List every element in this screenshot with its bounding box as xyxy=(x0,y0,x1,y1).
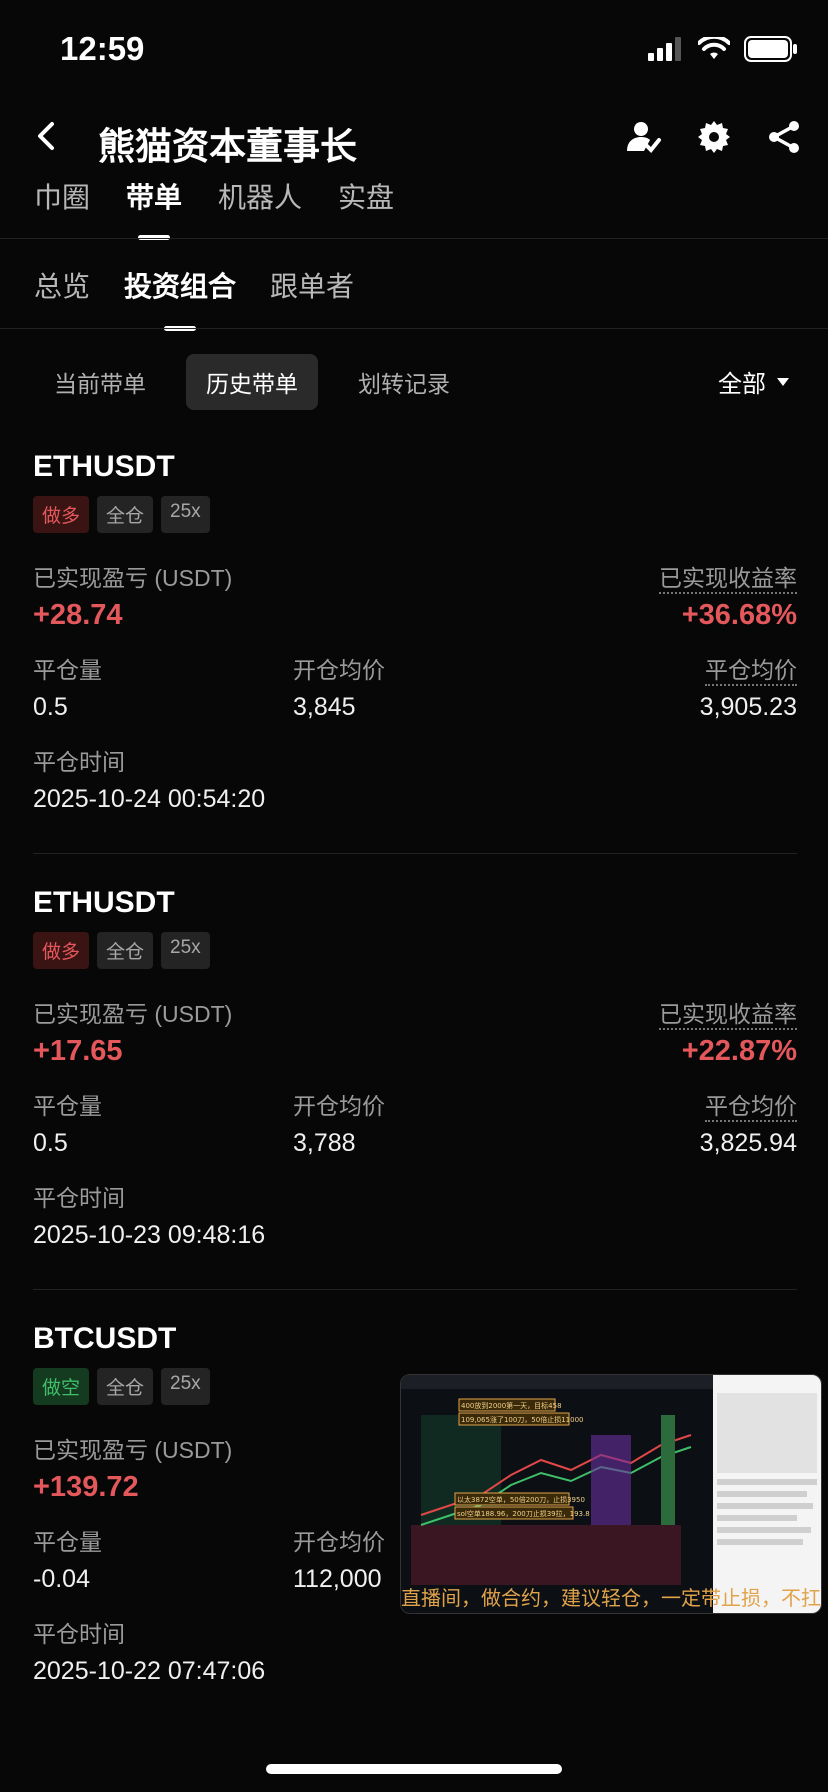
close-qty-label: 平仓量 xyxy=(33,657,102,683)
margin-badge: 全仓 xyxy=(97,932,154,969)
wifi-icon xyxy=(698,37,730,59)
close-time-label: 平仓时间 xyxy=(33,1621,125,1647)
pill-transfer-records[interactable]: 划转记录 xyxy=(338,354,470,410)
realized-rate-label[interactable]: 已实现收益率 xyxy=(659,565,797,594)
open-avg-label: 开仓均价 xyxy=(293,657,385,683)
tab-label: 总览 xyxy=(34,271,91,302)
realized-pnl-value: +17.65 xyxy=(33,1035,123,1067)
order-type-pills: 当前带单 历史带单 划转记录 xyxy=(34,354,470,410)
header-actions xyxy=(624,118,802,156)
cellular-signal-icon xyxy=(648,37,681,61)
divider xyxy=(0,238,828,239)
realized-rate-label[interactable]: 已实现收益率 xyxy=(659,1001,797,1030)
open-avg-value: 3,788 xyxy=(293,1129,356,1157)
trade-card[interactable]: ETHUSDT 做多 全仓 25x 已实现盈亏 (USDT) +28.74 已实现… xyxy=(33,450,797,854)
open-avg-label: 开仓均价 xyxy=(293,1093,385,1119)
close-time-value: 2025-10-24 00:54:20 xyxy=(33,785,266,813)
close-avg-label[interactable]: 平仓均价 xyxy=(705,657,797,686)
trade-symbol: BTCUSDT xyxy=(33,1322,177,1355)
realized-rate-value: +22.87% xyxy=(681,1035,797,1067)
back-arrow-icon[interactable] xyxy=(30,118,66,154)
close-qty-value: 0.5 xyxy=(33,1129,68,1157)
margin-badge: 全仓 xyxy=(97,496,154,533)
close-avg-value: 3,825.94 xyxy=(699,1129,797,1157)
trade-symbol: ETHUSDT xyxy=(33,886,175,919)
divider xyxy=(33,1289,797,1290)
open-avg-value: 112,000 xyxy=(293,1565,382,1593)
realized-pnl-label: 已实现盈亏 (USDT) xyxy=(33,565,233,591)
tab-coin-circle[interactable]: 巾圈 xyxy=(34,176,90,216)
livestream-pip-window[interactable]: 400放到2000第一天，目标458 109,065涨了100刀，50倍止损11… xyxy=(400,1374,822,1614)
pip-note: 以太3872空单，50倍200刀，止损3950 xyxy=(457,1495,585,1504)
leverage-badge: 25x xyxy=(161,496,210,533)
tab-followers[interactable]: 跟单者 xyxy=(270,265,354,305)
filter-label: 全部 xyxy=(718,371,766,398)
tab-label: 带单 xyxy=(126,182,183,213)
tab-label: 跟单者 xyxy=(270,271,355,302)
tab-live[interactable]: 实盘 xyxy=(338,176,394,216)
close-time-label: 平仓时间 xyxy=(33,749,125,775)
pip-note: sol空单188.96，200刀止损39拉，193.8 xyxy=(457,1509,590,1518)
close-time-label: 平仓时间 xyxy=(33,1185,125,1211)
settings-gear-icon[interactable] xyxy=(696,119,732,155)
tab-overview[interactable]: 总览 xyxy=(34,265,90,305)
side-badge: 做多 xyxy=(33,932,90,969)
margin-badge: 全仓 xyxy=(97,1368,154,1405)
close-avg-label[interactable]: 平仓均价 xyxy=(705,1093,797,1122)
secondary-tabs: 总览 投资组合 跟单者 xyxy=(34,265,354,331)
pip-note: 109,065涨了100刀，50倍止损11000 xyxy=(461,1415,583,1424)
battery-icon xyxy=(744,36,797,62)
close-avg-value: 3,905.23 xyxy=(699,693,797,721)
pill-current-orders[interactable]: 当前带单 xyxy=(34,354,166,410)
tab-copy-trading[interactable]: 带单 xyxy=(126,176,183,240)
open-avg-label: 开仓均价 xyxy=(293,1529,385,1555)
tab-label: 投资组合 xyxy=(124,271,237,302)
close-qty-value: 0.5 xyxy=(33,693,68,721)
close-qty-label: 平仓量 xyxy=(33,1529,102,1555)
livestream-caption: 直播间，做合约，建议轻仓，一定带止损，不扛单 xyxy=(401,1588,822,1610)
livestream-chart-thumbnail: 400放到2000第一天，目标458 109,065涨了100刀，50倍止损11… xyxy=(401,1375,821,1613)
follow-user-icon[interactable] xyxy=(624,118,662,156)
leverage-badge: 25x xyxy=(161,1368,210,1405)
tab-bots[interactable]: 机器人 xyxy=(218,176,302,216)
trade-symbol: ETHUSDT xyxy=(33,450,175,483)
filter-dropdown[interactable]: 全部 xyxy=(718,364,790,399)
status-icons xyxy=(648,36,798,62)
open-avg-value: 3,845 xyxy=(293,693,356,721)
tab-label: 实盘 xyxy=(338,182,395,213)
side-badge: 做空 xyxy=(33,1368,90,1405)
close-time-value: 2025-10-22 07:47:06 xyxy=(33,1657,266,1685)
primary-tabs: 巾圈 带单 机器人 实盘 xyxy=(34,176,394,240)
page-title: 熊猫资本董事长 xyxy=(98,126,357,167)
pip-note: 400放到2000第一天，目标458 xyxy=(461,1401,562,1410)
realized-pnl-value: +139.72 xyxy=(33,1471,139,1503)
pill-history-orders[interactable]: 历史带单 xyxy=(186,354,318,410)
close-time-value: 2025-10-23 09:48:16 xyxy=(33,1221,266,1249)
tab-label: 巾圈 xyxy=(34,182,91,213)
trade-card[interactable]: ETHUSDT 做多 全仓 25x 已实现盈亏 (USDT) +17.65 已实现… xyxy=(33,886,797,1290)
divider xyxy=(33,853,797,854)
tab-label: 机器人 xyxy=(218,182,303,213)
share-icon[interactable] xyxy=(766,119,802,155)
caret-down-icon xyxy=(777,377,789,386)
divider xyxy=(0,328,828,329)
close-qty-label: 平仓量 xyxy=(33,1093,102,1119)
realized-pnl-label: 已实现盈亏 (USDT) xyxy=(33,1001,233,1027)
realized-pnl-value: +28.74 xyxy=(33,599,123,631)
home-indicator[interactable] xyxy=(266,1764,562,1774)
realized-rate-value: +36.68% xyxy=(681,599,797,631)
leverage-badge: 25x xyxy=(161,932,210,969)
status-time: 12:59 xyxy=(60,30,145,67)
tab-portfolio[interactable]: 投资组合 xyxy=(124,265,237,331)
side-badge: 做多 xyxy=(33,496,90,533)
close-qty-value: -0.04 xyxy=(33,1565,90,1593)
realized-pnl-label: 已实现盈亏 (USDT) xyxy=(33,1437,233,1463)
